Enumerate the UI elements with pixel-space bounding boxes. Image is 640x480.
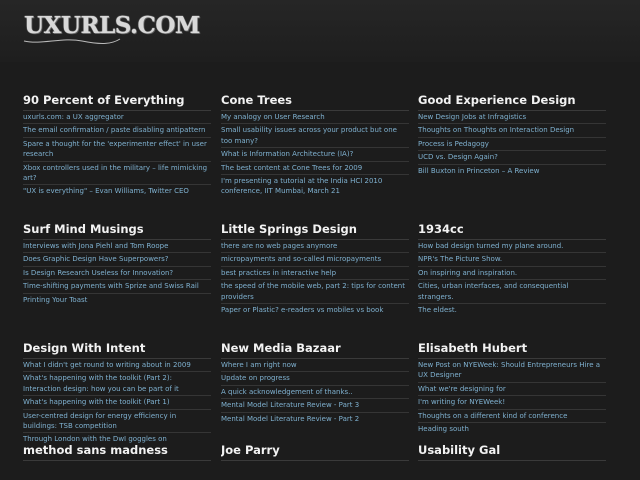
feed-link[interactable]: The best content at Cone Trees for 2009: [221, 162, 409, 176]
feed-list: New Design Jobs at Infragistics Thoughts…: [418, 111, 606, 177]
feed-title[interactable]: Good Experience Design: [418, 92, 606, 111]
feed-link[interactable]: What's happening with the toolkit (Part …: [23, 396, 211, 410]
feed-list: New Post on NYEWeek: Should Entrepreneur…: [418, 359, 606, 435]
feed-link[interactable]: Mental Model Literature Review - Part 3: [221, 399, 409, 413]
feed-link[interactable]: Where I am right now: [221, 359, 409, 373]
feed-title[interactable]: 90 Percent of Everything: [23, 92, 211, 111]
feed-link[interactable]: The email confirmation / paste disabling…: [23, 124, 211, 138]
feed-link[interactable]: On inspiring and inspiration.: [418, 267, 606, 281]
feed-list: uxurls.com: a UX aggregator The email co…: [23, 111, 211, 198]
feed-column: New Media Bazaar Where I am right now Up…: [221, 340, 409, 425]
feed-link[interactable]: What is Information Architecture (IA)?: [221, 148, 409, 162]
feed-column: Cone Trees My analogy on User Research S…: [221, 92, 409, 198]
feed-link[interactable]: uxurls.com: a UX aggregator: [23, 111, 211, 125]
feed-link[interactable]: What we're designing for: [418, 383, 606, 397]
feed-link[interactable]: A quick acknowledgement of thanks..: [221, 386, 409, 400]
feed-column: 1934cc How bad design turned my plane ar…: [418, 221, 606, 316]
feed-link[interactable]: Time-shifting payments with Sprize and S…: [23, 280, 211, 294]
feed-column: Joe Parry: [221, 442, 409, 461]
feed-link[interactable]: User-centred design for energy efficienc…: [23, 410, 211, 434]
feed-list: Where I am right now Update on progress …: [221, 359, 409, 425]
feed-link[interactable]: "UX is everything" – Evan Williams, Twit…: [23, 185, 211, 197]
feed-link[interactable]: Printing Your Toast: [23, 294, 211, 306]
feed-link[interactable]: Xbox controllers used in the military – …: [23, 162, 211, 186]
feed-column: Elisabeth Hubert New Post on NYEWeek: Sh…: [418, 340, 606, 435]
feed-link[interactable]: The eldest.: [418, 304, 606, 316]
feed-link[interactable]: the speed of the mobile web, part 2: tip…: [221, 280, 409, 305]
feed-link[interactable]: Process is Pedagogy: [418, 138, 606, 152]
site-logo[interactable]: UXURLS.COM: [24, 12, 200, 39]
feed-link[interactable]: UCD vs. Design Again?: [418, 151, 606, 165]
feed-link[interactable]: Cities, urban interfaces, and consequent…: [418, 280, 606, 305]
feed-title[interactable]: method sans madness: [23, 442, 211, 461]
feed-link[interactable]: there are no web pages anymore: [221, 240, 409, 254]
feed-list: there are no web pages anymore micropaym…: [221, 240, 409, 316]
feed-link[interactable]: NPR's The Picture Show.: [418, 253, 606, 267]
feed-title[interactable]: Surf Mind Musings: [23, 221, 211, 240]
feed-column: method sans madness: [23, 442, 211, 461]
feed-link[interactable]: Bill Buxton in Princeton – A Review: [418, 165, 606, 177]
feed-column: Usability Gal: [418, 442, 606, 461]
feed-column: Good Experience Design New Design Jobs a…: [418, 92, 606, 177]
feed-column: Design With Intent What I didn't get rou…: [23, 340, 211, 446]
feed-column: Surf Mind Musings Interviews with Jona P…: [23, 221, 211, 306]
feed-title[interactable]: 1934cc: [418, 221, 606, 240]
feed-link[interactable]: New Post on NYEWeek: Should Entrepreneur…: [418, 359, 606, 383]
feed-link[interactable]: My analogy on User Research: [221, 111, 409, 125]
feed-link[interactable]: Is Design Research Useless for Innovatio…: [23, 267, 211, 281]
logo-flourish-icon: [23, 38, 121, 44]
feed-link[interactable]: Thoughts on a different kind of conferen…: [418, 410, 606, 424]
feed-title[interactable]: Cone Trees: [221, 92, 409, 111]
feed-link[interactable]: What's happening with the toolkit (Part …: [23, 372, 211, 397]
feed-link[interactable]: I'm writing for NYEWeek!: [418, 396, 606, 410]
feed-title[interactable]: Design With Intent: [23, 340, 211, 359]
feed-list: What I didn't get round to writing about…: [23, 359, 211, 446]
feed-column: 90 Percent of Everything uxurls.com: a U…: [23, 92, 211, 198]
feed-link[interactable]: Update on progress: [221, 372, 409, 386]
feed-link[interactable]: How bad design turned my plane around.: [418, 240, 606, 254]
feed-list: My analogy on User Research Small usabil…: [221, 111, 409, 198]
feed-title[interactable]: Little Springs Design: [221, 221, 409, 240]
feed-list: Interviews with Jona Piehl and Tom Roope…: [23, 240, 211, 306]
feed-title[interactable]: Joe Parry: [221, 442, 409, 461]
feed-title[interactable]: Usability Gal: [418, 442, 606, 461]
feed-link[interactable]: Heading south: [418, 423, 606, 435]
feed-column: Little Springs Design there are no web p…: [221, 221, 409, 316]
feed-link[interactable]: Interviews with Jona Piehl and Tom Roope: [23, 240, 211, 254]
feed-link[interactable]: New Design Jobs at Infragistics: [418, 111, 606, 125]
feed-link[interactable]: Paper or Plastic? e-readers vs mobiles v…: [221, 304, 409, 316]
feed-link[interactable]: Mental Model Literature Review - Part 2: [221, 413, 409, 425]
feed-link[interactable]: Spare a thought for the 'experimenter ef…: [23, 138, 211, 162]
feed-link[interactable]: micropayments and so-called micropayment…: [221, 253, 409, 267]
feed-link[interactable]: Does Graphic Design Have Superpowers?: [23, 253, 211, 267]
feed-link[interactable]: What I didn't get round to writing about…: [23, 359, 211, 373]
feed-link[interactable]: best practices in interactive help: [221, 267, 409, 281]
feed-link[interactable]: I'm presenting a tutorial at the India H…: [221, 175, 409, 198]
feed-title[interactable]: New Media Bazaar: [221, 340, 409, 359]
feed-title[interactable]: Elisabeth Hubert: [418, 340, 606, 359]
feed-link[interactable]: Small usability issues across your produ…: [221, 124, 409, 149]
feed-link[interactable]: Thoughts on Thoughts on Interaction Desi…: [418, 124, 606, 138]
feed-list: How bad design turned my plane around. N…: [418, 240, 606, 316]
